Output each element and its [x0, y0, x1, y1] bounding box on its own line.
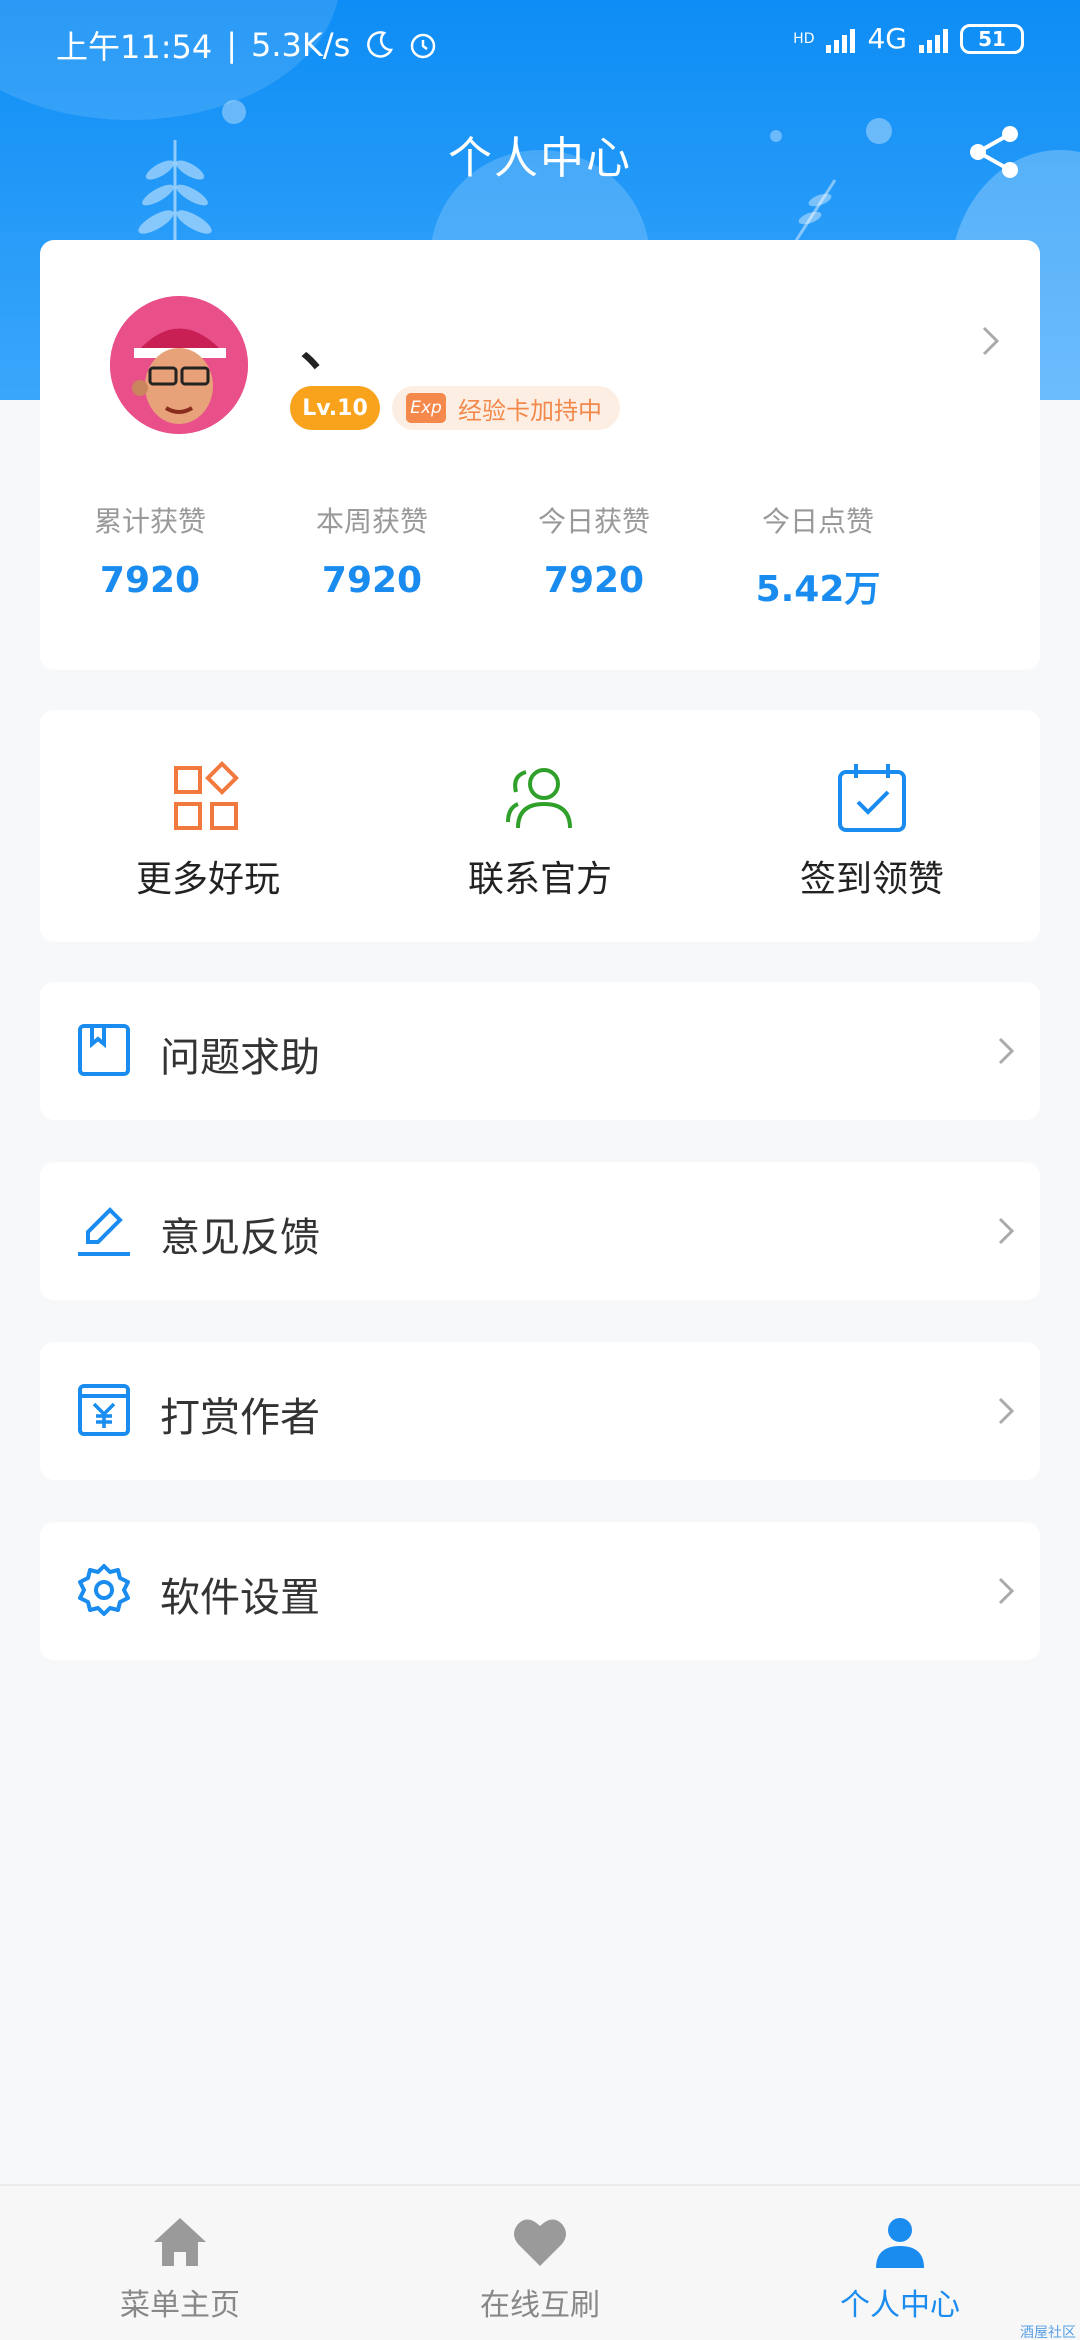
menu-settings[interactable]: 软件设置 — [40, 1522, 1040, 1660]
nav-home[interactable]: 菜单主页 — [60, 2212, 300, 2324]
chevron-right-icon — [998, 1037, 1015, 1065]
action-label: 联系官方 — [467, 859, 612, 900]
level-badge: Lv.10 — [290, 386, 380, 430]
stat-label: 今日获赞 — [537, 505, 650, 538]
signal-icon — [826, 25, 856, 53]
status-bar: 上午11:54 | 5.3K/s HD 4G 51 — [0, 0, 1080, 90]
stat-value: 5.42万 — [755, 569, 881, 610]
avatar[interactable] — [110, 296, 248, 434]
nav-label: 在线互刷 — [480, 2288, 600, 2323]
yuan-reward-icon — [78, 1384, 130, 1436]
status-net-speed: 5.3K/s — [251, 26, 351, 64]
grid-apps-icon — [174, 761, 239, 830]
person-icon — [876, 2218, 924, 2268]
exp-card-tag: Exp 经验卡加持中 — [392, 386, 620, 430]
nav-label: 菜单主页 — [120, 2288, 240, 2323]
stat-value: 7920 — [99, 560, 201, 601]
heart-icon — [514, 2219, 566, 2266]
avatar-image — [110, 296, 248, 434]
alarm-icon — [411, 33, 436, 59]
menu-label: 意见反馈 — [160, 1215, 320, 1261]
action-contact-official[interactable]: 联系官方 — [430, 760, 650, 902]
status-time: 上午11:54 — [56, 28, 213, 66]
menu-feedback[interactable]: 意见反馈 — [40, 1162, 1040, 1300]
profile-card[interactable]: 、 Lv.10 Exp 经验卡加持中 累计获赞 7920 本周获赞 7920 今… — [40, 240, 1040, 670]
exp-icon: Exp — [406, 393, 446, 423]
action-checkin[interactable]: 签到领赞 — [762, 760, 982, 902]
page-title: 个人中心 — [448, 133, 632, 184]
edit-pen-icon — [78, 1207, 130, 1256]
header-decoration — [222, 100, 246, 124]
nav-label: 个人中心 — [840, 2288, 960, 2323]
status-divider: | — [226, 26, 238, 64]
help-book-icon — [78, 1024, 130, 1076]
menu-label: 打赏作者 — [160, 1395, 320, 1441]
status-network: 4G — [867, 22, 907, 55]
status-hd: HD — [793, 30, 815, 47]
battery-indicator: 51 — [960, 23, 1024, 54]
stat-value: 7920 — [321, 560, 423, 601]
stat-week-likes: 本周获赞 7920 — [262, 500, 482, 601]
chevron-right-icon — [998, 1397, 1015, 1425]
menu-label: 问题求助 — [160, 1035, 320, 1081]
stats-row: 累计获赞 7920 本周获赞 7920 今日获赞 7920 今日点赞 5.42万 — [40, 500, 1040, 620]
action-label: 更多好玩 — [135, 859, 280, 900]
nav-personal-center[interactable]: 个人中心 — [780, 2212, 1020, 2324]
moon-icon — [367, 31, 394, 58]
stat-label: 今日点赞 — [761, 505, 874, 538]
battery-level: 51 — [978, 26, 1006, 51]
chevron-right-icon — [982, 326, 1000, 356]
signal-icon — [919, 25, 948, 53]
watermark: 酒屋社区 — [1020, 2325, 1076, 2340]
exp-status: 经验卡加持中 — [458, 396, 602, 425]
stat-label: 本周获赞 — [315, 505, 428, 538]
menu-help[interactable]: 问题求助 — [40, 982, 1040, 1120]
quick-actions-card: 更多好玩 联系官方 签到领赞 — [40, 710, 1040, 942]
share-icon[interactable] — [964, 122, 1024, 182]
chevron-right-icon — [998, 1577, 1015, 1605]
stat-value: 7920 — [543, 560, 645, 601]
stat-today-likes: 今日获赞 7920 — [484, 500, 704, 601]
menu-reward-author[interactable]: 打赏作者 — [40, 1342, 1040, 1480]
username: 、 — [300, 315, 354, 378]
action-more-fun[interactable]: 更多好玩 — [98, 760, 318, 902]
stat-label: 累计获赞 — [93, 505, 206, 538]
users-icon — [506, 768, 572, 829]
stat-total-likes: 累计获赞 7920 — [40, 500, 260, 601]
menu-label: 软件设置 — [160, 1575, 320, 1621]
calendar-check-icon — [838, 764, 906, 832]
chevron-right-icon — [998, 1217, 1015, 1245]
gear-icon — [78, 1564, 130, 1616]
home-icon — [154, 2218, 206, 2266]
bottom-nav: 菜单主页 在线互刷 个人中心 — [0, 2184, 1080, 2340]
nav-online-exchange[interactable]: 在线互刷 — [420, 2212, 660, 2324]
action-label: 签到领赞 — [799, 859, 944, 900]
stat-today-given: 今日点赞 5.42万 — [708, 500, 928, 612]
